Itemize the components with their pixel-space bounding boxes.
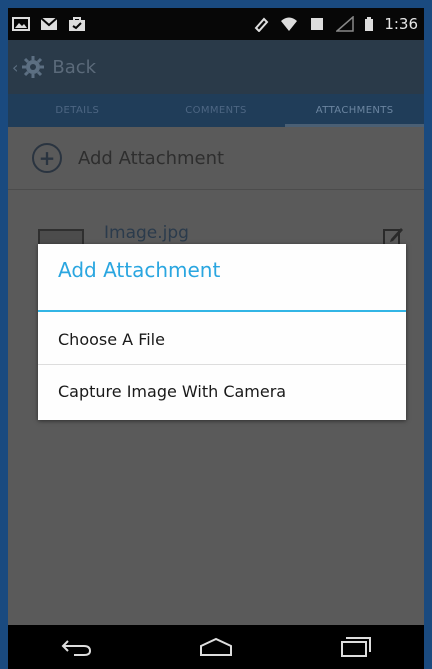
capture-image-label: Capture Image With Camera [58,381,287,401]
gmail-icon [40,17,58,30]
gear-icon [22,56,45,78]
chevron-left-icon: ‹ [12,57,19,77]
back-button[interactable]: ‹ Back [8,54,96,80]
choose-file-label: Choose A File [58,329,165,349]
tab-bar: DETAILS COMMENTS ATTACHMENTS [8,94,424,127]
signal-icon [336,16,355,32]
add-attachment-dialog: Add Attachment Choose A File Capture Ima… [38,244,406,420]
clock: 1:36 [384,15,418,33]
nav-home-button[interactable] [196,635,236,659]
tab-comments[interactable]: COMMENTS [147,94,286,127]
capture-image-option[interactable]: Capture Image With Camera [38,366,406,416]
recents-icon [340,637,371,657]
home-icon [199,637,232,656]
wifi-icon [281,17,298,31]
tab-attachments[interactable]: ATTACHMENTS [285,94,424,127]
image-icon [12,17,30,31]
dialog-title: Add Attachment [58,258,221,282]
attachment-name: Image.jpg [104,223,189,243]
battery-icon [365,17,374,31]
nav-back-button[interactable] [57,635,97,659]
status-bar: 1:36 [8,8,424,40]
action-bar: ‹ Back [8,40,424,94]
dialog-divider [38,364,406,365]
back-icon [61,640,92,656]
bag-icon [69,17,85,31]
divider [8,189,424,190]
navigation-bar [8,625,424,669]
nav-recents-button[interactable] [335,635,375,659]
add-attachment-label: Add Attachment [78,147,225,169]
choose-file-option[interactable]: Choose A File [38,314,406,364]
add-attachment-row[interactable]: + Add Attachment [8,127,424,189]
back-label: Back [52,56,97,78]
dialog-title-divider [38,310,406,312]
tab-details[interactable]: DETAILS [8,94,147,127]
data-icon [311,18,324,30]
screen: 1:36 ‹ Back DETAILS COMMENTS ATTACHMENTS [8,8,424,669]
plus-circle-icon: + [32,143,62,173]
rotate-icon [254,17,269,32]
